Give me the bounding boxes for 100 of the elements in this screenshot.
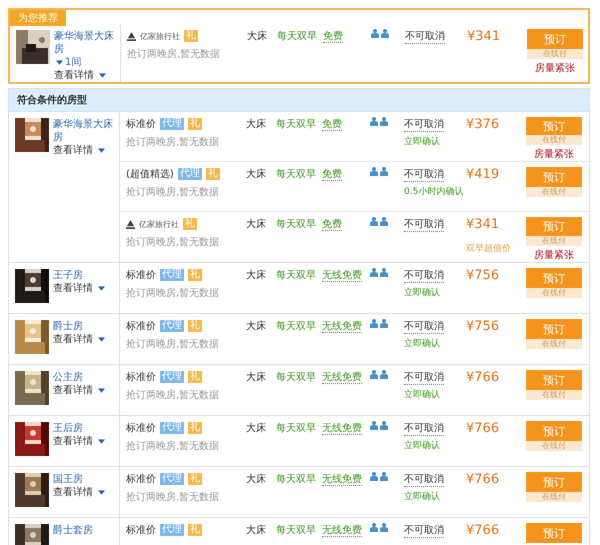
payment-label: 在线付 [526, 187, 582, 197]
cancel-policy: 不可取消 [404, 167, 444, 182]
bed-type: 大床 [246, 423, 266, 434]
agent-tag: 代理 [160, 118, 184, 130]
gift-tag: 礼 [188, 473, 202, 485]
gift-tag: 礼 [188, 371, 202, 383]
price: ¥341 [467, 29, 500, 44]
payment-label: 在线付 [526, 135, 582, 145]
gift-tag: 礼 [188, 269, 202, 281]
cancel-policy: 不可取消 [405, 29, 445, 44]
caret-icon [98, 148, 105, 153]
rate-note: 抢订两晚房,暂无数据 [126, 236, 220, 249]
recommend-badge: 为您推荐 [10, 10, 66, 26]
availability-notice: 房量紧张 [534, 62, 576, 75]
rate-name: 标准价 [126, 524, 156, 537]
agent-tag: 代理 [160, 422, 184, 434]
room-name-link[interactable]: 王子房 [53, 269, 115, 282]
details-link[interactable]: 查看详情 [54, 69, 94, 82]
sail-icon [126, 220, 135, 228]
payment-label: 在线付 [526, 492, 582, 502]
rate-name: 亿家旅行社 [139, 218, 179, 230]
breakfast-info: 每天双早 [276, 423, 316, 434]
cancel-policy: 不可取消 [404, 472, 444, 487]
wifi-info: 无线免费 [322, 525, 362, 537]
price: ¥766 [466, 523, 500, 538]
bed-type: 大床 [246, 474, 266, 485]
confirm-info: 立即确认 [404, 286, 440, 299]
cancel-policy: 不可取消 [404, 421, 444, 436]
price: ¥756 [466, 319, 500, 334]
details-link[interactable]: 查看详情 [53, 435, 93, 448]
people-icon [370, 523, 388, 532]
room-name-link[interactable]: 国王房 [53, 473, 115, 486]
payment-label: 在线付 [527, 49, 583, 59]
wifi-info: 无线免费 [322, 270, 362, 282]
gift-tag: 礼 [188, 118, 202, 130]
breakfast-info: 每天双早 [276, 474, 316, 485]
rate-name: 标准价 [126, 268, 156, 282]
room-name-link[interactable]: 王后房 [53, 422, 115, 435]
rate-note: 抢订两晚房,暂无数据 [126, 338, 220, 351]
cancel-policy: 不可取消 [404, 117, 444, 132]
rate-note: 抢订两晚房,暂无数据 [126, 186, 220, 199]
room-name-link[interactable]: 豪华海景大床房 [54, 30, 116, 56]
rate-note: 抢订两晚房,暂无数据 [126, 388, 220, 402]
rate-note: 抢订两晚房,暂无数据 [127, 48, 222, 61]
gift-tag: 礼 [188, 524, 202, 536]
room-name-link[interactable]: 公主房 [53, 371, 115, 384]
wifi-info: 免费 [322, 169, 342, 181]
wifi-info: 无线免费 [322, 321, 362, 333]
details-link[interactable]: 查看详情 [53, 333, 93, 346]
bed-type: 大床 [246, 372, 266, 383]
wifi-info: 免费 [322, 219, 342, 231]
price: ¥376 [466, 117, 500, 132]
gift-tag: 礼 [184, 30, 198, 42]
breakfast-info: 每天双早 [277, 31, 317, 42]
people-icon [370, 370, 388, 379]
payment-label: 在线付 [526, 441, 582, 451]
room-name-link[interactable]: 豪华海景大床房 [53, 118, 115, 144]
rate-name: 标准价 [126, 472, 156, 486]
people-icon [370, 319, 388, 328]
rate-note: 抢订两晚房,暂无数据 [126, 136, 220, 149]
wifi-info: 无线免费 [322, 372, 362, 384]
breakfast-info: 每天双早 [276, 321, 316, 332]
bed-type: 大床 [246, 219, 266, 230]
availability-notice: 房量紧张 [533, 248, 575, 262]
confirm-info: 立即确认 [404, 388, 440, 401]
cancel-policy: 不可取消 [404, 217, 444, 232]
cancel-policy: 不可取消 [404, 523, 444, 538]
confirm-info: 0.5小时内确认 [404, 186, 464, 198]
payment-label: 在线付 [526, 236, 582, 246]
cancel-policy: 不可取消 [404, 268, 444, 283]
rate-note: 抢订两晚房,暂无数据 [126, 440, 220, 453]
breakfast-info: 每天双早 [276, 270, 316, 281]
bed-type: 大床 [246, 119, 266, 130]
wifi-info: 无线免费 [322, 423, 362, 435]
rate-name: 标准价 [126, 320, 156, 333]
people-icon [370, 268, 388, 277]
wifi-info: 免费 [322, 119, 342, 131]
rate-note: 抢订两晚房,暂无数据 [126, 490, 220, 504]
cancel-policy: 不可取消 [404, 319, 444, 334]
people-icon [370, 421, 388, 430]
room-name-link[interactable]: 爵士房 [53, 320, 115, 333]
bed-type: 大床 [246, 169, 266, 180]
payment-label: 在线付 [526, 390, 582, 400]
details-link[interactable]: 查看详情 [53, 144, 93, 157]
details-link[interactable]: 查看详情 [53, 384, 93, 397]
price: ¥766 [466, 370, 500, 385]
breakfast-info: 每天双早 [276, 372, 316, 383]
caret-icon [99, 73, 106, 78]
breakfast-info: 每天双早 [276, 169, 316, 180]
gift-tag: 礼 [183, 218, 197, 230]
price: ¥419 [466, 167, 500, 182]
room-name-link[interactable]: 爵士套房 [53, 524, 115, 537]
details-link[interactable]: 查看详情 [53, 282, 93, 295]
people-icon [371, 29, 389, 38]
room-quantity[interactable]: 1间 [65, 57, 82, 68]
breakfast-info: 每天双早 [276, 119, 316, 130]
confirm-info: 立即确认 [404, 440, 440, 452]
details-link[interactable]: 查看详情 [53, 486, 93, 499]
price: ¥766 [466, 421, 500, 436]
rate-name: 亿家旅行社 [140, 30, 180, 42]
